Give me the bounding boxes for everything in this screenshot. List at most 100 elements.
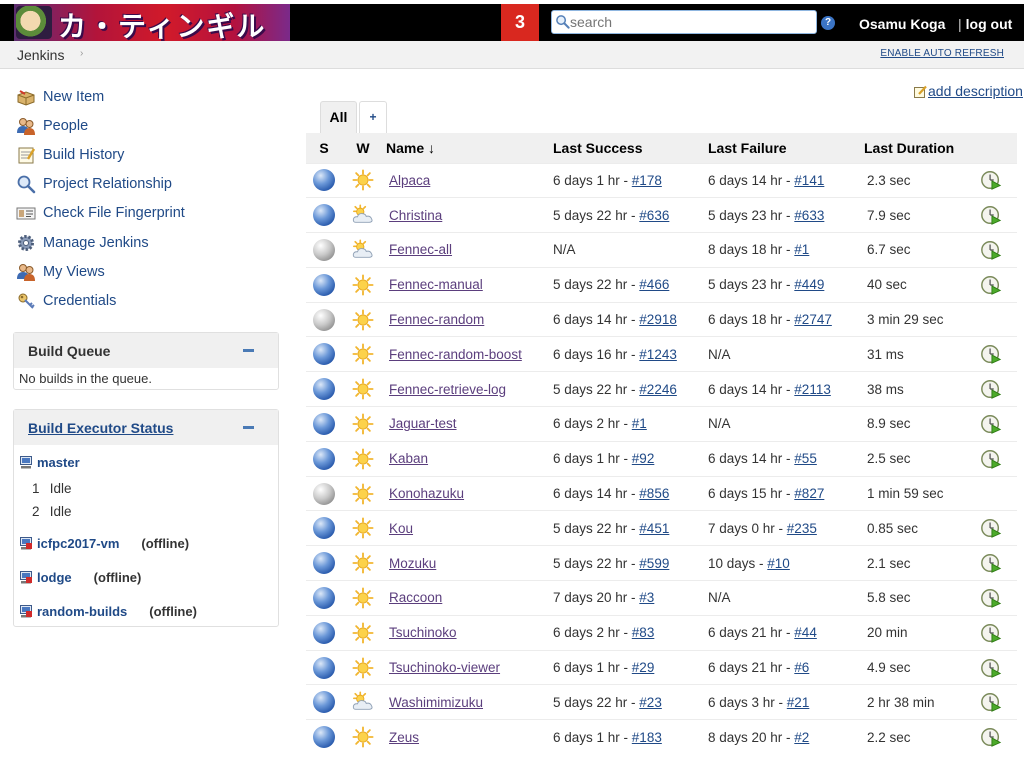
tab-all[interactable]: All [320, 101, 357, 133]
column-last-duration-header[interactable]: Last Duration [861, 133, 965, 163]
node-name[interactable]: master [37, 455, 80, 470]
schedule-build-button[interactable] [980, 657, 1002, 679]
task-label[interactable]: People [43, 118, 88, 134]
task-label[interactable]: My Views [43, 264, 105, 280]
build-number-link[interactable]: #449 [794, 277, 824, 292]
build-number-link[interactable]: #141 [794, 173, 824, 188]
build-number-link[interactable]: #636 [639, 208, 669, 223]
build-number-link[interactable]: #183 [632, 730, 662, 745]
tab-add-view[interactable]: + [359, 101, 387, 133]
schedule-build-button[interactable] [980, 169, 1002, 191]
task-label[interactable]: Project Relationship [43, 176, 172, 192]
task-build-history[interactable]: Build History [16, 140, 276, 169]
breadcrumb-chevron-icon[interactable]: › [80, 48, 83, 59]
job-name-link[interactable]: Zeus [389, 730, 419, 745]
schedule-build-button[interactable] [980, 378, 1002, 400]
task-label[interactable]: Check File Fingerprint [43, 205, 185, 221]
build-number-link[interactable]: #92 [632, 451, 655, 466]
task-label[interactable]: Build History [43, 147, 124, 163]
node-name[interactable]: icfpc2017-vm [37, 536, 119, 551]
job-name-link[interactable]: Alpaca [389, 173, 430, 188]
column-last-success-header[interactable]: Last Success [550, 133, 705, 163]
jenkins-logo[interactable]: カ・ティンギル [14, 4, 290, 41]
schedule-build-button[interactable] [980, 691, 1002, 713]
build-number-link[interactable]: #1243 [639, 347, 677, 362]
build-number-link[interactable]: #1 [794, 242, 809, 257]
task-new-item[interactable]: New Item [16, 82, 276, 111]
build-number-link[interactable]: #1 [632, 416, 647, 431]
build-number-link[interactable]: #10 [767, 556, 790, 571]
build-number-link[interactable]: #44 [794, 625, 817, 640]
schedule-build-button[interactable] [980, 274, 1002, 296]
node-master[interactable]: master [20, 455, 80, 470]
collapse-icon[interactable] [243, 349, 254, 352]
node-icfpc2017-vm[interactable]: icfpc2017-vm (offline) [20, 536, 189, 551]
schedule-build-button[interactable] [980, 517, 1002, 539]
add-description-link[interactable]: add description [914, 83, 1023, 99]
build-number-link[interactable]: #451 [639, 521, 669, 536]
build-number-link[interactable]: #856 [639, 486, 669, 501]
logout-link[interactable]: | log out [958, 16, 1012, 32]
node-lodge[interactable]: lodge (offline) [20, 570, 141, 585]
job-name-link[interactable]: Fennec-all [389, 242, 452, 257]
search-box[interactable] [551, 10, 817, 34]
search-input[interactable] [570, 12, 812, 32]
job-name-link[interactable]: Fennec-random [389, 312, 484, 327]
build-number-link[interactable]: #6 [794, 660, 809, 675]
schedule-build-button[interactable] [980, 726, 1002, 748]
job-name-link[interactable]: Fennec-retrieve-log [389, 382, 506, 397]
node-name[interactable]: random-builds [37, 604, 127, 619]
build-number-link[interactable]: #83 [632, 625, 655, 640]
build-number-link[interactable]: #2113 [794, 382, 831, 397]
build-number-link[interactable]: #2246 [639, 382, 677, 397]
schedule-build-button[interactable] [980, 552, 1002, 574]
collapse-icon[interactable] [243, 426, 254, 429]
build-number-link[interactable]: #2747 [794, 312, 832, 327]
task-project-relationship[interactable]: Project Relationship [16, 170, 276, 199]
user-name-link[interactable]: Osamu Koga [859, 16, 945, 32]
task-check-file-fingerprint[interactable]: Check File Fingerprint [16, 199, 276, 228]
job-name-link[interactable]: Washimimizuku [389, 695, 483, 710]
job-name-link[interactable]: Kou [389, 521, 413, 536]
column-status-header[interactable]: S [306, 133, 342, 163]
help-icon[interactable]: ? [821, 16, 835, 30]
build-number-link[interactable]: #633 [794, 208, 824, 223]
build-number-link[interactable]: #235 [787, 521, 817, 536]
build-number-link[interactable]: #178 [632, 173, 662, 188]
build-number-link[interactable]: #55 [794, 451, 817, 466]
logout-label[interactable]: log out [966, 16, 1013, 32]
notification-counter[interactable]: 3 [501, 4, 539, 41]
schedule-build-button[interactable] [980, 413, 1002, 435]
job-name-link[interactable]: Kaban [389, 451, 428, 466]
schedule-build-button[interactable] [980, 587, 1002, 609]
job-name-link[interactable]: Tsuchinoko [389, 625, 457, 640]
task-people[interactable]: People [16, 111, 276, 140]
task-label[interactable]: New Item [43, 89, 104, 105]
build-number-link[interactable]: #21 [787, 695, 810, 710]
column-name-header[interactable]: Name ↓ [384, 133, 550, 163]
build-number-link[interactable]: #466 [639, 277, 669, 292]
schedule-build-button[interactable] [980, 343, 1002, 365]
build-number-link[interactable]: #2918 [639, 312, 677, 327]
build-number-link[interactable]: #2 [794, 730, 809, 745]
breadcrumb-jenkins[interactable]: Jenkins [17, 47, 64, 63]
node-random-builds[interactable]: random-builds (offline) [20, 604, 197, 619]
job-name-link[interactable]: Tsuchinoko-viewer [389, 660, 500, 675]
enable-auto-refresh-link[interactable]: ENABLE AUTO REFRESH [880, 48, 1004, 59]
task-manage-jenkins[interactable]: Manage Jenkins [16, 228, 276, 257]
task-label[interactable]: Manage Jenkins [43, 235, 149, 251]
build-number-link[interactable]: #29 [632, 660, 655, 675]
build-number-link[interactable]: #23 [639, 695, 662, 710]
schedule-build-button[interactable] [980, 239, 1002, 261]
add-description-label[interactable]: add description [928, 83, 1023, 99]
task-credentials[interactable]: Credentials [16, 286, 276, 315]
column-weather-header[interactable]: W [342, 133, 384, 163]
job-name-link[interactable]: Raccoon [389, 590, 442, 605]
schedule-build-button[interactable] [980, 622, 1002, 644]
node-name[interactable]: lodge [37, 570, 72, 585]
build-number-link[interactable]: #3 [639, 590, 654, 605]
schedule-build-button[interactable] [980, 204, 1002, 226]
task-label[interactable]: Credentials [43, 293, 116, 309]
job-name-link[interactable]: Konohazuku [389, 486, 464, 501]
job-name-link[interactable]: Jaguar-test [389, 416, 457, 431]
